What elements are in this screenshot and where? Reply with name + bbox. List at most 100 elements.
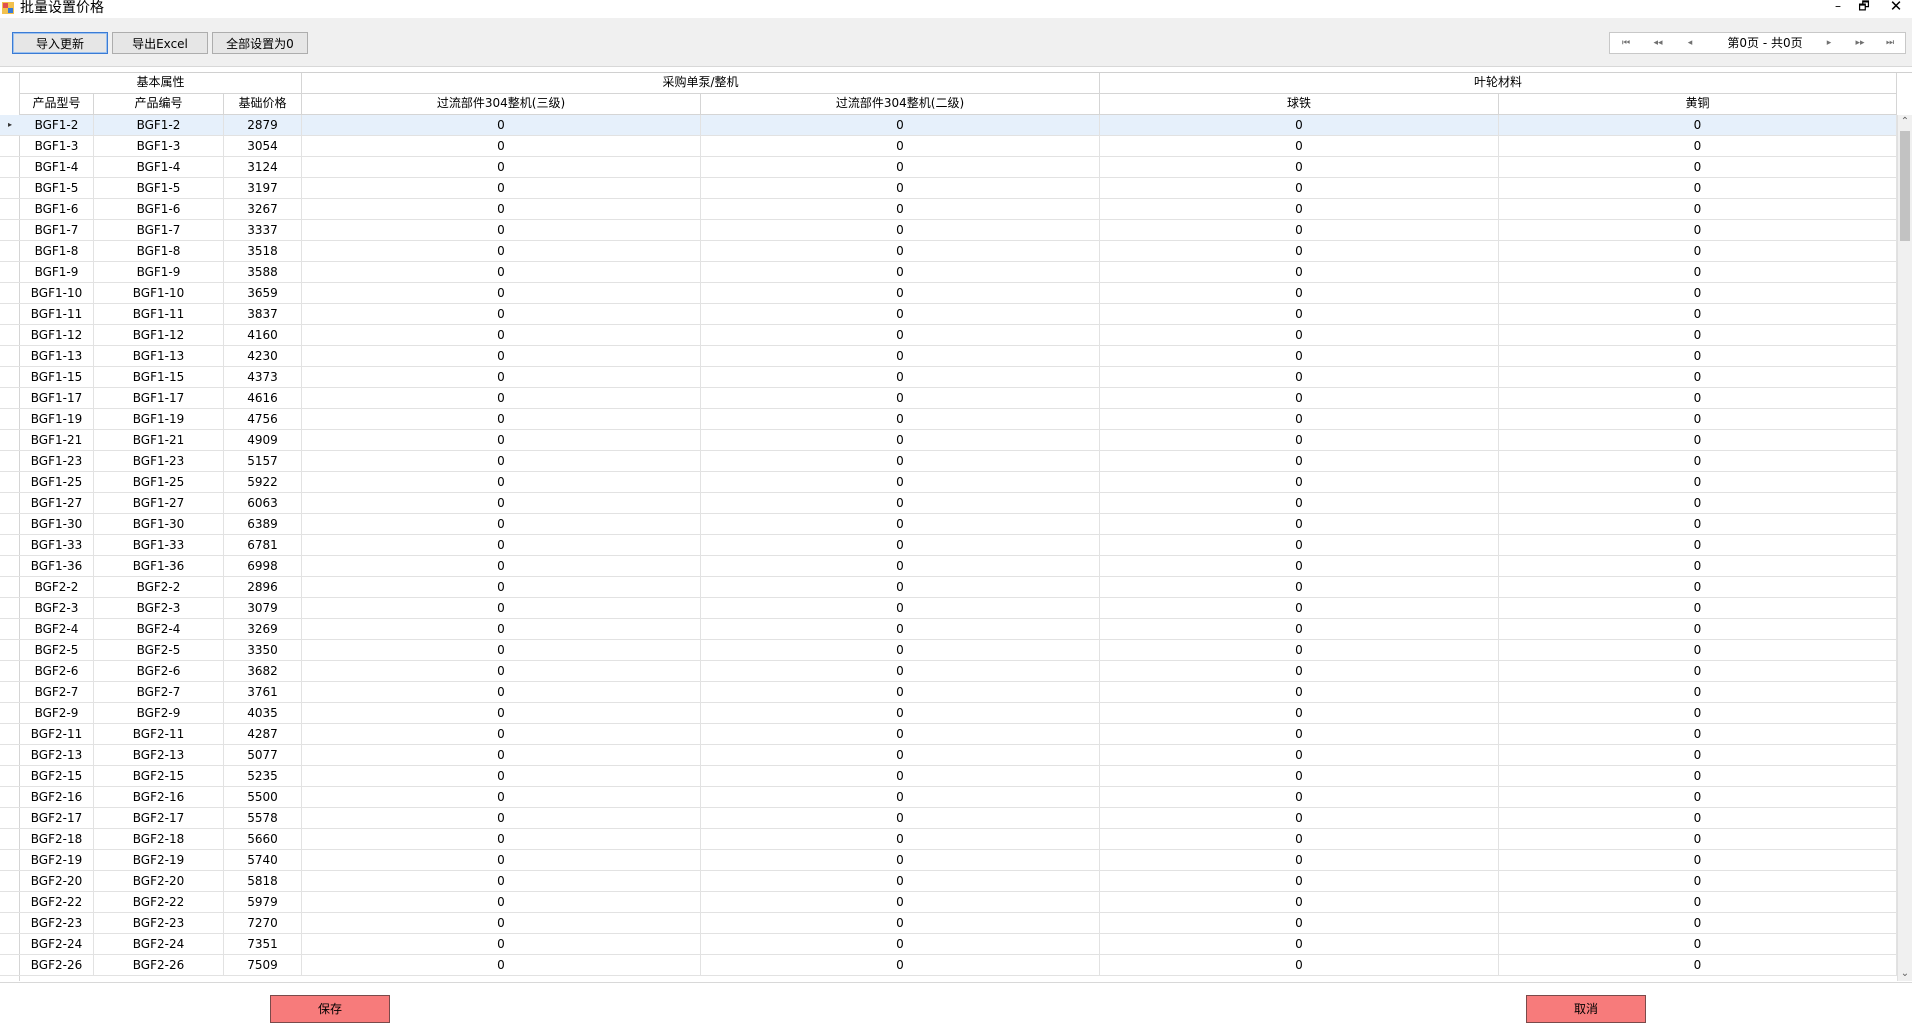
cell-304-tier3[interactable]: 0 (302, 178, 701, 198)
cell-base-price[interactable]: 7351 (224, 934, 302, 954)
vertical-scrollbar[interactable]: ⌃ ⌄ (1897, 115, 1912, 981)
cell-304-tier3[interactable]: 0 (302, 451, 701, 471)
cell-brass[interactable]: 0 (1499, 829, 1897, 849)
table-row[interactable]: BGF1-4 BGF1-4 3124 0 0 0 0 (0, 157, 1897, 178)
cell-base-price[interactable]: 5500 (224, 787, 302, 807)
cell-brass[interactable]: 0 (1499, 535, 1897, 555)
cell-base-price[interactable]: 2896 (224, 577, 302, 597)
cell-304-tier3[interactable]: 0 (302, 913, 701, 933)
cell-brass[interactable]: 0 (1499, 619, 1897, 639)
cell-model[interactable]: BGF2-7 (20, 682, 94, 702)
cell-model[interactable]: BGF1-15 (20, 367, 94, 387)
table-row[interactable]: BGF2-7 BGF2-7 3761 0 0 0 0 (0, 682, 1897, 703)
cell-brass[interactable]: 0 (1499, 220, 1897, 240)
table-row[interactable]: BGF1-33 BGF1-33 6781 0 0 0 0 (0, 535, 1897, 556)
table-row[interactable]: BGF1-21 BGF1-21 4909 0 0 0 0 (0, 430, 1897, 451)
cell-304-tier3[interactable]: 0 (302, 157, 701, 177)
price-grid[interactable]: 基本属性 采购单泵/整机 叶轮材料 产品型号 产品编号 基础价格 过流部件304… (0, 72, 1912, 981)
cell-brass[interactable]: 0 (1499, 577, 1897, 597)
cell-code[interactable]: BGF2-22 (94, 892, 224, 912)
cell-304-tier2[interactable]: 0 (701, 178, 1100, 198)
cell-brass[interactable]: 0 (1499, 430, 1897, 450)
cell-base-price[interactable]: 4756 (224, 409, 302, 429)
cell-304-tier2[interactable]: 0 (701, 892, 1100, 912)
cell-model[interactable]: BGF2-17 (20, 808, 94, 828)
table-row[interactable]: BGF2-23 BGF2-23 7270 0 0 0 0 (0, 913, 1897, 934)
cell-base-price[interactable]: 4287 (224, 724, 302, 744)
cell-brass[interactable]: 0 (1499, 703, 1897, 723)
cell-304-tier3[interactable]: 0 (302, 535, 701, 555)
cell-model[interactable]: BGF2-9 (20, 703, 94, 723)
table-row[interactable]: BGF1-6 BGF1-6 3267 0 0 0 0 (0, 199, 1897, 220)
cell-ductile-iron[interactable]: 0 (1100, 346, 1499, 366)
cell-code[interactable]: BGF1-30 (94, 514, 224, 534)
column-header-304-tier2[interactable]: 过流部件304整机(二级) (701, 94, 1100, 115)
cell-304-tier2[interactable]: 0 (701, 577, 1100, 597)
cell-brass[interactable]: 0 (1499, 682, 1897, 702)
cell-brass[interactable]: 0 (1499, 199, 1897, 219)
cell-304-tier2[interactable]: 0 (701, 682, 1100, 702)
cell-code[interactable]: BGF2-4 (94, 619, 224, 639)
cell-ductile-iron[interactable]: 0 (1100, 304, 1499, 324)
cell-base-price[interactable]: 5922 (224, 472, 302, 492)
table-row[interactable]: BGF1-15 BGF1-15 4373 0 0 0 0 (0, 367, 1897, 388)
table-row[interactable]: BGF2-26 BGF2-26 7509 0 0 0 0 (0, 955, 1897, 976)
table-row[interactable]: BGF1-23 BGF1-23 5157 0 0 0 0 (0, 451, 1897, 472)
table-row[interactable]: BGF1-3 BGF1-3 3054 0 0 0 0 (0, 136, 1897, 157)
table-row[interactable]: BGF1-12 BGF1-12 4160 0 0 0 0 (0, 325, 1897, 346)
cell-base-price[interactable]: 4909 (224, 430, 302, 450)
cell-base-price[interactable]: 5077 (224, 745, 302, 765)
cell-brass[interactable]: 0 (1499, 892, 1897, 912)
cell-model[interactable]: BGF1-11 (20, 304, 94, 324)
cell-304-tier3[interactable]: 0 (302, 829, 701, 849)
cell-code[interactable]: BGF2-19 (94, 850, 224, 870)
cell-code[interactable]: BGF1-17 (94, 388, 224, 408)
cell-model[interactable]: BGF1-23 (20, 451, 94, 471)
cell-base-price[interactable]: 4230 (224, 346, 302, 366)
cell-304-tier3[interactable]: 0 (302, 136, 701, 156)
cell-304-tier3[interactable]: 0 (302, 808, 701, 828)
cell-ductile-iron[interactable]: 0 (1100, 430, 1499, 450)
cell-304-tier2[interactable]: 0 (701, 199, 1100, 219)
cell-base-price[interactable]: 6998 (224, 556, 302, 576)
cell-brass[interactable]: 0 (1499, 850, 1897, 870)
cell-ductile-iron[interactable]: 0 (1100, 388, 1499, 408)
cell-code[interactable]: BGF1-36 (94, 556, 224, 576)
cell-brass[interactable]: 0 (1499, 241, 1897, 261)
cell-brass[interactable]: 0 (1499, 178, 1897, 198)
cell-ductile-iron[interactable]: 0 (1100, 682, 1499, 702)
cell-code[interactable]: BGF2-9 (94, 703, 224, 723)
table-row[interactable]: BGF1-17 BGF1-17 4616 0 0 0 0 (0, 388, 1897, 409)
table-row[interactable]: BGF1-11 BGF1-11 3837 0 0 0 0 (0, 304, 1897, 325)
cell-304-tier2[interactable]: 0 (701, 556, 1100, 576)
cell-ductile-iron[interactable]: 0 (1100, 850, 1499, 870)
cell-ductile-iron[interactable]: 0 (1100, 934, 1499, 954)
first-page-icon[interactable]: ⏮ (1612, 33, 1640, 53)
scroll-down-icon[interactable]: ⌄ (1898, 967, 1912, 981)
cell-304-tier3[interactable]: 0 (302, 262, 701, 282)
cell-304-tier2[interactable]: 0 (701, 787, 1100, 807)
cell-304-tier2[interactable]: 0 (701, 934, 1100, 954)
cell-304-tier2[interactable]: 0 (701, 346, 1100, 366)
cell-base-price[interactable]: 5235 (224, 766, 302, 786)
cell-model[interactable]: BGF1-19 (20, 409, 94, 429)
cell-brass[interactable]: 0 (1499, 283, 1897, 303)
cell-model[interactable]: BGF2-2 (20, 577, 94, 597)
cell-model[interactable]: BGF2-20 (20, 871, 94, 891)
cell-304-tier2[interactable]: 0 (701, 115, 1100, 135)
column-header-base-price[interactable]: 基础价格 (224, 94, 302, 115)
cell-model[interactable]: BGF1-5 (20, 178, 94, 198)
cell-ductile-iron[interactable]: 0 (1100, 535, 1499, 555)
cell-brass[interactable]: 0 (1499, 115, 1897, 135)
cell-304-tier2[interactable]: 0 (701, 598, 1100, 618)
next-page-group-icon[interactable]: ▸▸ (1846, 33, 1874, 53)
table-row[interactable]: BGF2-19 BGF2-19 5740 0 0 0 0 (0, 850, 1897, 871)
cell-304-tier2[interactable]: 0 (701, 829, 1100, 849)
close-icon[interactable]: ✕ (1880, 0, 1912, 14)
set-all-zero-button[interactable]: 全部设置为0 (212, 32, 308, 54)
cell-model[interactable]: BGF2-4 (20, 619, 94, 639)
table-row[interactable]: ▸ BGF1-2 BGF1-2 2879 0 0 0 0 (0, 115, 1897, 136)
cell-code[interactable]: BGF1-21 (94, 430, 224, 450)
restore-icon[interactable]: 🗗 (1852, 0, 1876, 14)
cell-304-tier3[interactable]: 0 (302, 325, 701, 345)
